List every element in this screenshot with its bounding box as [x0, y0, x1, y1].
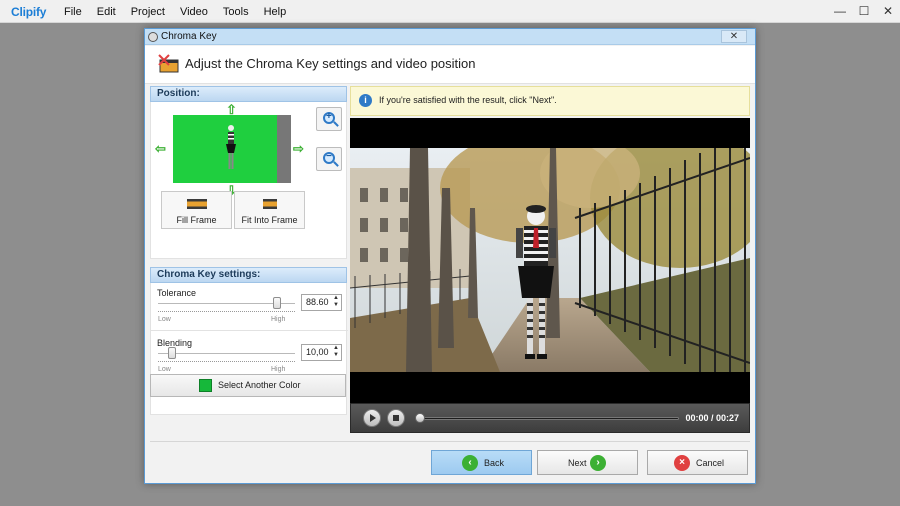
tolerance-stepper[interactable]: 88.60 ▲ ▼	[301, 294, 342, 311]
info-bar: i If you're satisfied with the result, c…	[350, 86, 750, 116]
tolerance-value: 88.60	[306, 297, 329, 307]
fit-into-frame-icon	[262, 199, 277, 209]
cancel-icon: ×	[674, 455, 690, 471]
dialog-titlebar: Chroma Key ✕	[145, 29, 755, 45]
zoom-out-handle	[333, 161, 339, 167]
fit-into-frame-button[interactable]: Fit Into Frame	[234, 191, 305, 229]
info-icon: i	[359, 94, 372, 107]
cancel-button[interactable]: × Cancel	[647, 450, 748, 475]
menu-bar: File Edit Project Video Tools Help	[64, 6, 301, 18]
fill-frame-button[interactable]: Fill Frame	[161, 191, 232, 229]
tolerance-label: Tolerance	[157, 288, 197, 298]
menu-file[interactable]: File	[64, 6, 82, 18]
menu-help[interactable]: Help	[264, 6, 287, 18]
tolerance-slider-thumb[interactable]	[273, 297, 282, 309]
chroma-settings-header: Chroma Key settings:	[150, 267, 347, 283]
zoom-out-button[interactable]: −	[316, 147, 342, 171]
time-display: 00:00 / 00:27	[685, 413, 739, 423]
select-color-label: Select Another Color	[218, 380, 301, 390]
info-text: If you're satisfied with the result, cli…	[379, 95, 557, 105]
close-button[interactable]: ✕	[876, 0, 900, 23]
seek-handle[interactable]	[415, 413, 425, 423]
menu-edit[interactable]: Edit	[97, 6, 116, 18]
blending-value: 10,00	[306, 347, 329, 357]
footer-divider	[150, 441, 750, 442]
key-color-swatch	[199, 379, 212, 392]
stepper-arrows-icon[interactable]: ▲ ▼	[333, 345, 339, 359]
blending-track[interactable]	[158, 353, 295, 354]
position-area: ⇧ ⇩ ⇦ ⇨	[150, 102, 347, 259]
performer-thumbnail-icon	[226, 125, 236, 169]
seek-bar[interactable]	[417, 417, 679, 420]
back-label: Back	[484, 458, 505, 468]
next-button[interactable]: Next ›	[537, 450, 638, 475]
back-button[interactable]: ‹ Back	[431, 450, 532, 475]
zoom-out-minus: −	[326, 151, 332, 162]
dialog-title: Chroma Key	[161, 31, 217, 42]
tolerance-high-label: High	[271, 316, 286, 323]
stop-icon	[393, 415, 399, 421]
maximize-button[interactable]: ☐	[852, 0, 876, 23]
fill-frame-label: Fill Frame	[176, 215, 217, 225]
play-button[interactable]	[363, 409, 381, 427]
blending-high-label: High	[271, 366, 286, 373]
app-logo: Clipify	[11, 5, 47, 19]
divider	[151, 330, 348, 331]
stepper-arrows-icon[interactable]: ▲ ▼	[333, 295, 339, 309]
blending-stepper[interactable]: 10,00 ▲ ▼	[301, 344, 342, 361]
menu-tools[interactable]: Tools	[223, 6, 249, 18]
dialog-app-icon	[148, 32, 158, 42]
zoom-in-button[interactable]: +	[316, 107, 342, 131]
fill-frame-icon	[186, 199, 207, 209]
dialog-close-button[interactable]: ✕	[721, 30, 747, 43]
player-controls: 00:00 / 00:27	[350, 403, 750, 433]
app-titlebar: Clipify File Edit Project Video Tools He…	[0, 0, 900, 23]
video-frame	[350, 148, 750, 372]
window-controls: — ☐ ✕	[828, 0, 900, 23]
chroma-key-dialog: Chroma Key ✕ Adjust the Chroma Key setti…	[144, 28, 756, 484]
chroma-key-icon	[158, 54, 179, 73]
cancel-label: Cancel	[696, 458, 725, 468]
dialog-header: Adjust the Chroma Key settings and video…	[145, 46, 755, 84]
zoom-in-plus: +	[326, 111, 332, 122]
select-color-button[interactable]: Select Another Color	[150, 374, 346, 397]
back-arrow-icon: ‹	[462, 455, 478, 471]
blending-low-label: Low	[158, 366, 171, 373]
arrow-right-icon[interactable]: ⇨	[293, 142, 304, 155]
green-screen-thumbnail	[173, 115, 277, 183]
dialog-heading: Adjust the Chroma Key settings and video…	[185, 56, 476, 71]
settings-panel: Position: ⇧ ⇩ ⇦ ⇨	[150, 86, 348, 415]
play-icon	[370, 414, 376, 422]
position-header: Position:	[150, 86, 347, 102]
next-label: Next	[568, 458, 587, 468]
fit-into-frame-label: Fit Into Frame	[241, 215, 298, 225]
zoom-in-handle	[333, 121, 339, 127]
next-arrow-icon: ›	[590, 455, 606, 471]
video-preview[interactable]	[350, 118, 750, 403]
tolerance-low-label: Low	[158, 316, 171, 323]
stop-button[interactable]	[387, 409, 405, 427]
minimize-button[interactable]: —	[828, 0, 852, 23]
blending-ticks	[158, 361, 295, 362]
position-preview[interactable]	[173, 115, 291, 183]
blending-slider-thumb[interactable]	[167, 347, 176, 359]
tolerance-ticks	[158, 311, 295, 312]
menu-project[interactable]: Project	[131, 6, 165, 18]
arrow-left-icon[interactable]: ⇦	[155, 142, 166, 155]
menu-video[interactable]: Video	[180, 6, 208, 18]
